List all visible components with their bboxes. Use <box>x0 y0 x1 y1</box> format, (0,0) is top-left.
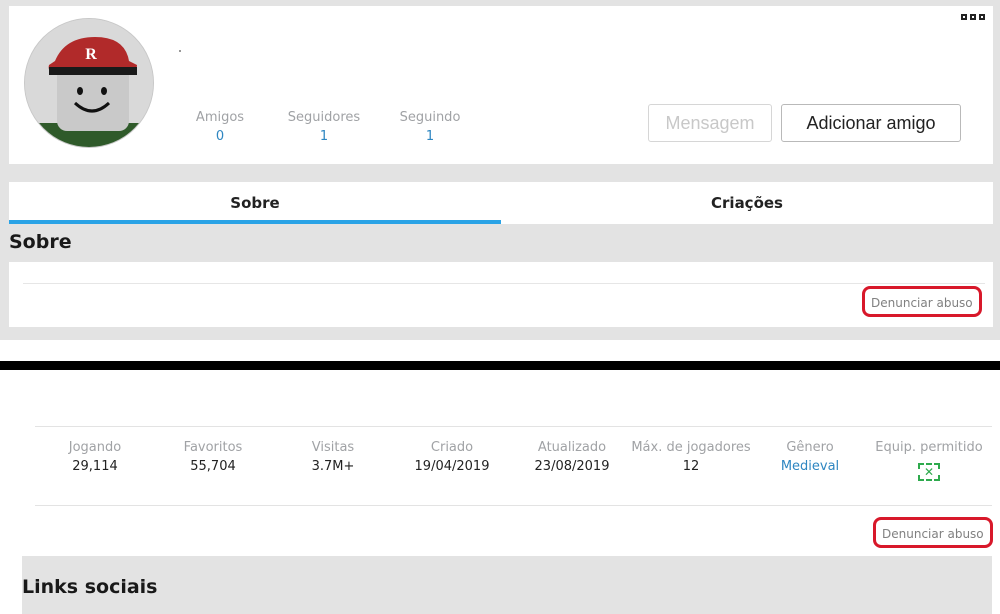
stat-followers[interactable]: Seguidores 1 <box>269 110 379 144</box>
report-highlight: Denunciar abuso <box>862 286 982 317</box>
game-report-abuse-link[interactable]: Denunciar abuso <box>882 527 984 541</box>
game-report-highlight: Denunciar abuso <box>873 517 993 548</box>
game-stat-created-label: Criado <box>430 440 474 455</box>
game-stat-visits-value: 3.7M+ <box>311 459 355 474</box>
game-stat-max-players-value: 12 <box>682 459 700 474</box>
name-placeholder-dot <box>179 50 181 52</box>
profile-header-card: R Amigos 0 Seguidores 1 Seguindo 1 Mensa… <box>9 6 993 164</box>
report-abuse-link[interactable]: Denunciar abuso <box>871 296 973 310</box>
about-divider <box>23 283 985 284</box>
stat-friends-value[interactable]: 0 <box>165 129 275 144</box>
game-stat-genre[interactable]: Gênero Medieval <box>745 440 875 474</box>
game-stat-updated-value: 23/08/2019 <box>534 459 610 474</box>
avatar-image: R <box>25 19 153 147</box>
game-stat-visits: Visitas 3.7M+ <box>268 440 398 474</box>
stat-following-value[interactable]: 1 <box>375 129 485 144</box>
tab-about[interactable]: Sobre <box>9 182 501 224</box>
game-stat-playing-value: 29,114 <box>72 459 118 474</box>
game-stat-favorites: Favoritos 55,704 <box>148 440 278 474</box>
stat-following[interactable]: Seguindo 1 <box>375 110 485 144</box>
game-stats-bottom-divider <box>35 505 992 506</box>
stat-followers-value[interactable]: 1 <box>269 129 379 144</box>
game-stat-genre-label: Gênero <box>786 440 834 455</box>
game-stat-gear-label: Equip. permitido <box>875 440 983 455</box>
stat-following-label: Seguindo <box>399 110 461 125</box>
add-friend-button[interactable]: Adicionar amigo <box>781 104 961 142</box>
stat-friends-label: Amigos <box>195 110 245 125</box>
game-stat-genre-link[interactable]: Medieval <box>745 459 875 474</box>
game-stat-updated-label: Atualizado <box>537 440 607 455</box>
svg-text:R: R <box>85 46 97 63</box>
profile-area: R Amigos 0 Seguidores 1 Seguindo 1 Mensa… <box>0 0 1000 340</box>
game-stat-updated: Atualizado 23/08/2019 <box>507 440 637 474</box>
about-title: Sobre <box>9 231 72 253</box>
about-card: Denunciar abuso <box>9 262 993 327</box>
game-stat-max-players: Máx. de jogadores 12 <box>626 440 756 474</box>
profile-tabs: Sobre Criações <box>9 182 993 224</box>
game-stats-top-divider <box>35 426 992 427</box>
social-links-title: Links sociais <box>22 576 158 598</box>
more-options-icon[interactable] <box>961 14 985 20</box>
game-stat-created: Criado 19/04/2019 <box>387 440 517 474</box>
game-stat-created-value: 19/04/2019 <box>414 459 490 474</box>
game-stat-playing-label: Jogando <box>68 440 122 455</box>
separator-bar <box>0 361 1000 370</box>
game-stat-playing: Jogando 29,114 <box>30 440 160 474</box>
game-stat-gear: Equip. permitido ✕ <box>864 440 994 481</box>
avatar[interactable]: R <box>24 18 154 148</box>
game-stat-favorites-value: 55,704 <box>190 459 236 474</box>
gear-not-allowed-icon: ✕ <box>918 463 940 481</box>
game-stat-favorites-label: Favoritos <box>183 440 243 455</box>
message-button[interactable]: Mensagem <box>648 104 772 142</box>
stat-friends[interactable]: Amigos 0 <box>165 110 275 144</box>
tab-creations[interactable]: Criações <box>501 182 993 224</box>
social-links-band <box>22 556 992 614</box>
game-stat-visits-label: Visitas <box>311 440 355 455</box>
stat-followers-label: Seguidores <box>287 110 361 125</box>
game-stat-max-players-label: Máx. de jogadores <box>631 440 751 455</box>
